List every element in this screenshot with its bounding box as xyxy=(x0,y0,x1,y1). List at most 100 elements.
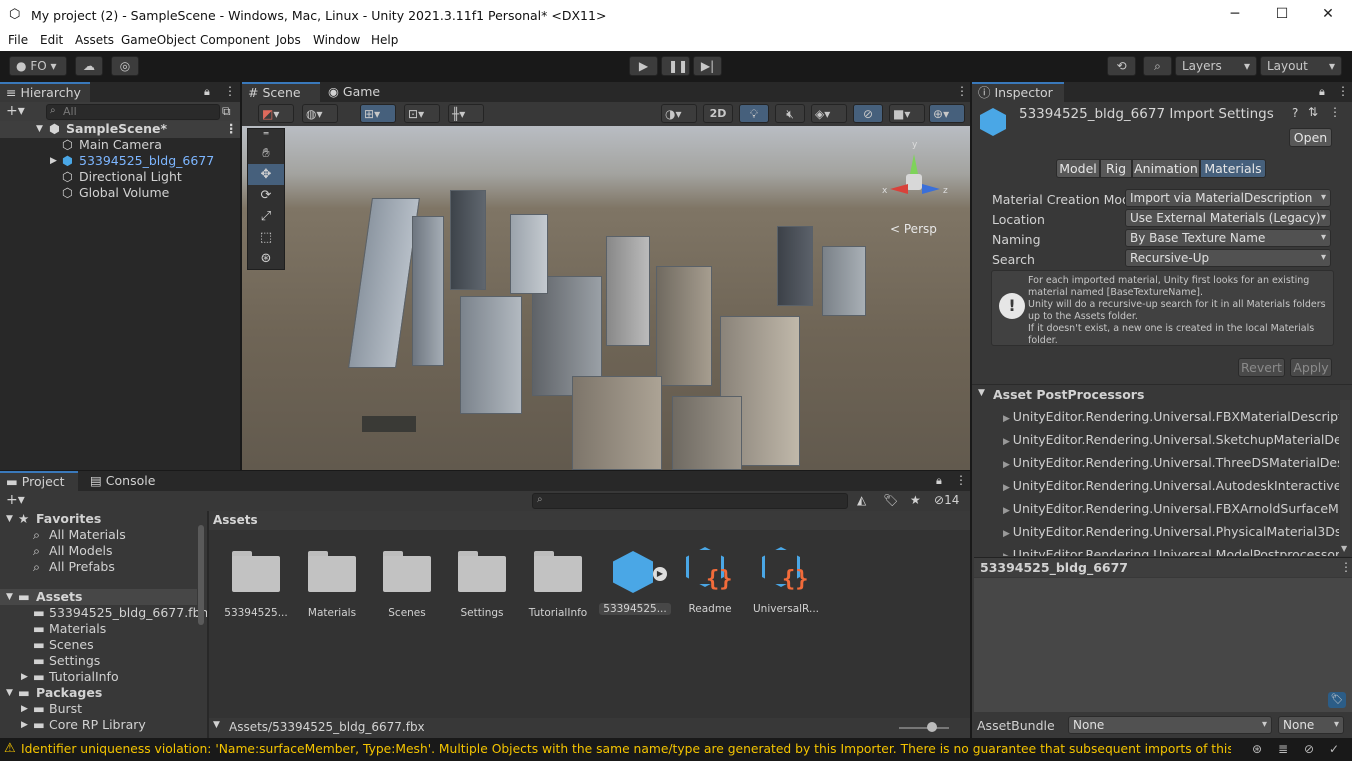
cloud-button[interactable]: ☁ xyxy=(75,56,103,76)
lock-icon[interactable]: 🔒︎ xyxy=(936,474,942,488)
postprocessor-item[interactable]: ▶ UnityEditor.Rendering.Universal.FBXMat… xyxy=(1003,409,1339,426)
apply-button[interactable]: Apply xyxy=(1290,358,1332,377)
x-axis-cone[interactable] xyxy=(890,184,908,194)
drag-handle-icon[interactable]: ═ xyxy=(248,129,284,143)
tab-hierarchy[interactable]: ≡ Hierarchy xyxy=(0,82,90,102)
asset-universal-renderer[interactable]: {} UniversalR... xyxy=(750,545,822,615)
postprocessor-item[interactable]: ▶ UnityEditor.Rendering.Universal.Physic… xyxy=(1003,524,1339,541)
kebab-menu-icon[interactable]: ⋮ xyxy=(1329,105,1341,119)
expand-arrow-icon[interactable]: ▼ xyxy=(978,388,985,398)
menu-gameobject[interactable]: GameObject xyxy=(121,33,196,47)
hand-tool-icon[interactable]: ✋︎ xyxy=(248,143,284,164)
shading-dropdown[interactable]: ◑▾ xyxy=(661,104,697,123)
filter-by-type-icon[interactable]: ◭ xyxy=(857,493,866,507)
hierarchy-item[interactable]: ⬡ Global Volume xyxy=(0,185,240,201)
tab-game[interactable]: ◉ Game xyxy=(322,82,392,102)
menu-jobs[interactable]: Jobs xyxy=(276,33,301,47)
search-dropdown[interactable]: Recursive-Up xyxy=(1125,249,1331,267)
postprocessor-item[interactable]: ▶ UnityEditor.Rendering.Universal.Sketch… xyxy=(1003,432,1339,449)
tab-rig[interactable]: Rig xyxy=(1100,159,1132,178)
create-button[interactable]: +▾ xyxy=(6,492,25,508)
gizmos-dropdown[interactable]: ⊕▾ xyxy=(929,104,965,123)
postprocessor-item[interactable]: ▶ UnityEditor.Rendering.Universal.ThreeD… xyxy=(1003,455,1339,472)
persp-label[interactable]: < Persp xyxy=(890,222,937,236)
play-preview-icon[interactable]: ▶ xyxy=(653,567,667,581)
tab-model[interactable]: Model xyxy=(1056,159,1100,178)
lock-icon[interactable]: 🔒︎ xyxy=(1319,85,1325,99)
inspector-scrollbar[interactable]: ▼ xyxy=(1340,400,1350,556)
tab-scene[interactable]: # Scene xyxy=(242,82,320,102)
scene-row[interactable]: ▼ ⬢ SampleScene* ⋮ xyxy=(0,121,240,138)
asset-folder[interactable]: 53394525... xyxy=(220,551,292,619)
naming-dropdown[interactable]: By Base Texture Name xyxy=(1125,229,1331,247)
asset-folder[interactable]: TutorialInfo xyxy=(522,551,594,619)
add-button[interactable]: +▾ xyxy=(6,103,25,119)
pause-button[interactable]: ❚❚ xyxy=(661,56,690,76)
grid-snap-dropdown[interactable]: ⊞▾ xyxy=(360,104,396,123)
label-tag-icon[interactable]: 🏷︎ xyxy=(883,493,898,507)
move-tool-icon[interactable]: ✥ xyxy=(248,164,284,185)
status-bar[interactable]: ⚠ Identifier uniqueness violation: 'Name… xyxy=(0,739,1352,761)
presets-icon[interactable]: ⇅ xyxy=(1308,105,1318,119)
audio-toggle[interactable]: 🔇︎ xyxy=(775,104,805,123)
maximize-button[interactable]: ☐ xyxy=(1272,6,1292,22)
preview-header[interactable]: 53394525_bldg_6677 ⋮ xyxy=(974,557,1352,577)
postprocessor-item[interactable]: ▶ UnityEditor.Rendering.Universal.Autode… xyxy=(1003,478,1339,495)
debug-mode-icon[interactable]: ⊛ xyxy=(1252,742,1262,756)
hidden-packages-button[interactable]: ⊘14 xyxy=(934,493,959,507)
postprocessor-item[interactable]: ▶ UnityEditor.Rendering.Universal.ModelP… xyxy=(1003,547,1339,556)
scale-tool-icon[interactable]: ⤢ xyxy=(248,206,284,227)
progress-check-icon[interactable]: ✓ xyxy=(1329,742,1339,756)
lighting-toggle[interactable]: 💡︎ xyxy=(739,104,769,123)
tab-project[interactable]: ▬ Project xyxy=(0,471,78,491)
search-options-icon[interactable]: ⧉ xyxy=(222,104,231,119)
z-axis-cone[interactable] xyxy=(922,184,940,194)
kebab-menu-icon[interactable]: ⋮ xyxy=(1340,560,1352,574)
asset-folder[interactable]: Settings xyxy=(446,551,518,619)
menu-component[interactable]: Component xyxy=(200,33,270,47)
play-button[interactable]: ▶ xyxy=(629,56,658,76)
tab-console[interactable]: ▤ Console xyxy=(84,471,164,491)
material-creation-mode-dropdown[interactable]: Import via MaterialDescription xyxy=(1125,189,1331,207)
help-icon[interactable]: ? xyxy=(1292,106,1298,120)
effects-dropdown[interactable]: ◈▾ xyxy=(811,104,847,123)
tab-inspector[interactable]: ⓘ Inspector xyxy=(972,82,1064,102)
asset-folder[interactable]: Materials xyxy=(296,551,368,619)
y-axis-cone[interactable] xyxy=(910,154,918,174)
kebab-menu-icon[interactable]: ⋮ xyxy=(1337,84,1349,98)
rect-tool-icon[interactable]: ⬚ xyxy=(248,227,284,248)
assets-header[interactable]: ▼ ▬ Assets xyxy=(0,589,197,605)
account-dropdown[interactable]: ● FO ▾ xyxy=(9,56,67,76)
draw-mode-dropdown[interactable]: ◩▾ xyxy=(258,104,294,123)
scene-visibility-toggle[interactable]: ⊘ xyxy=(853,104,883,123)
increment-snap-dropdown[interactable]: ⊡▾ xyxy=(404,104,440,123)
favorites-header[interactable]: ▼ ★ Favorites xyxy=(0,511,200,527)
assetbundle-variant-dropdown[interactable]: None xyxy=(1278,716,1344,734)
menu-assets[interactable]: Assets xyxy=(75,33,114,47)
scroll-down-icon[interactable]: ▼ xyxy=(1341,544,1347,553)
icon-size-slider[interactable] xyxy=(899,727,949,729)
asset-readme[interactable]: {} Readme xyxy=(674,545,746,615)
gizmo-center-cube[interactable] xyxy=(906,174,922,190)
minimize-button[interactable]: ─ xyxy=(1225,6,1245,22)
postprocessors-header[interactable]: Asset PostProcessors xyxy=(993,387,1144,402)
kebab-menu-icon[interactable]: ⋮ xyxy=(955,473,967,487)
asset-folder[interactable]: Scenes xyxy=(371,551,443,619)
search-input[interactable]: ⌕ All xyxy=(46,104,220,120)
hierarchy-item[interactable]: ▶ ⬢ 53394525_bldg_6677 xyxy=(0,153,240,169)
revert-button[interactable]: Revert xyxy=(1238,358,1285,377)
camera-dropdown[interactable]: ■▾ xyxy=(889,104,925,123)
layers-dropdown[interactable]: Layers ▾ xyxy=(1175,56,1257,76)
hierarchy-item[interactable]: ⬡ Main Camera xyxy=(0,137,240,153)
label-tag-icon[interactable]: 🏷︎ xyxy=(1328,692,1346,708)
open-button[interactable]: Open xyxy=(1289,128,1332,147)
transform-tool-icon[interactable]: ⊛ xyxy=(248,248,284,269)
hierarchy-item[interactable]: ⬡ Directional Light xyxy=(0,169,240,185)
tab-animation[interactable]: Animation xyxy=(1132,159,1200,178)
lock-icon[interactable]: 🔒︎ xyxy=(204,85,210,99)
history-button[interactable]: ⟲ xyxy=(1107,56,1136,76)
scene-viewport[interactable]: y x z < Persp xyxy=(242,126,970,470)
menu-edit[interactable]: Edit xyxy=(40,33,63,47)
tree-scrollbar[interactable] xyxy=(198,525,204,625)
asset-model-selected[interactable]: ▶ 53394525... xyxy=(599,545,671,615)
